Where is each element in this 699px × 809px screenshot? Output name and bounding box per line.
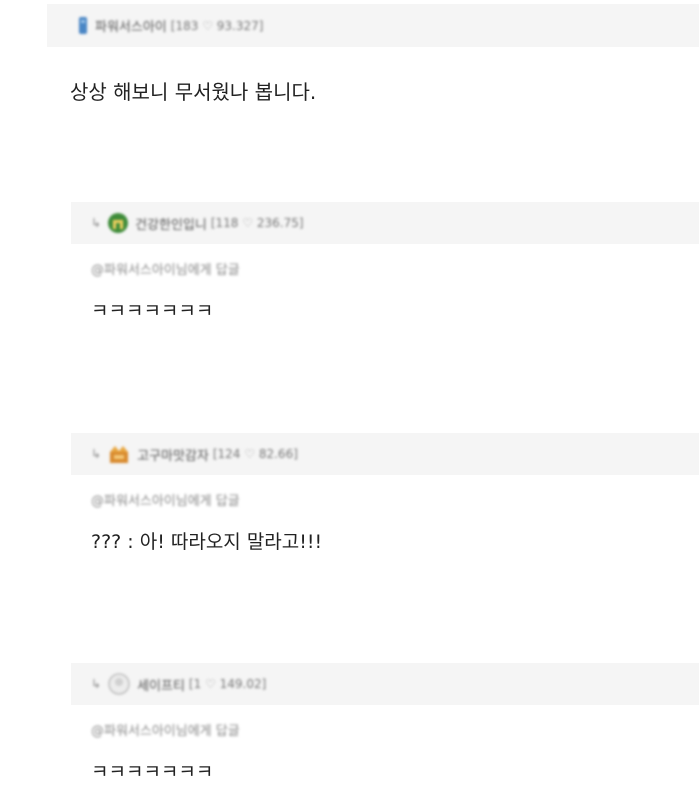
reply-item: ↳ 고구마맛감자 [124 ♡ 82.66] @파워서스아이님에게 답글 ???… <box>71 433 699 554</box>
reply-author-level: [1 <box>188 677 202 691</box>
user-badge-icon <box>77 16 89 36</box>
reply-arrow-icon: ↳ <box>91 447 102 461</box>
reply-text: ㅋㅋㅋㅋㅋㅋㅋ <box>91 761 214 783</box>
post-author-points: 93.327] <box>216 18 264 33</box>
reply-text: ??? : 아! 따라오지 말라고!!! <box>91 531 323 553</box>
reply-item: ↳ 건강한인입니 [118 ♡ 236.75] @파워서스아이님에게 답글 ㅋㅋ… <box>71 202 699 323</box>
reply-arrow-icon: ↳ <box>91 677 102 691</box>
reply-author-name[interactable]: 건강한인입니 <box>135 214 207 233</box>
reply-header: ↳ 건강한인입니 [118 ♡ 236.75] <box>71 202 699 244</box>
reply-mention[interactable]: @파워서스아이님에게 답글 <box>91 720 699 739</box>
reply-author-stats: [118 ♡ 236.75] <box>211 216 304 230</box>
reply-header: ↳ 세이프티 [1 ♡ 149.02] <box>71 663 699 705</box>
reply-mention[interactable]: @파워서스아이님에게 답글 <box>91 259 699 278</box>
reply-header: ↳ 고구마맛감자 [124 ♡ 82.66] <box>71 433 699 475</box>
gray-circle-icon <box>107 672 131 696</box>
post-body: 상상 해보니 무서웠나 봅니다. <box>70 80 317 104</box>
post-author-name[interactable]: 파워서스아이 <box>95 16 167 35</box>
heart-icon: ♡ <box>202 18 213 33</box>
post-author-level: [183 <box>170 18 199 33</box>
heart-icon: ♡ <box>205 677 216 691</box>
reply-text: ㅋㅋㅋㅋㅋㅋㅋ <box>91 300 214 322</box>
post-author-stats: [183 ♡ 93.327] <box>171 19 264 33</box>
reply-item: ↳ 세이프티 [1 ♡ 149.02] @파워서스아이님에게 답글 ㅋㅋㅋㅋㅋㅋ… <box>71 663 699 784</box>
heart-icon: ♡ <box>242 216 254 230</box>
green-shield-icon <box>107 212 129 234</box>
reply-author-points: 149.02] <box>219 677 267 691</box>
heart-icon: ♡ <box>244 447 256 461</box>
reply-author-stats: [1 ♡ 149.02] <box>189 677 266 691</box>
reply-author-points: 236.75] <box>256 216 304 230</box>
reply-author-name[interactable]: 고구마맛감자 <box>137 445 209 464</box>
reply-author-points: 82.66] <box>258 447 298 461</box>
reply-mention[interactable]: @파워서스아이님에게 답글 <box>91 490 699 509</box>
post-header: 파워서스아이 [183 ♡ 93.327] <box>47 4 699 47</box>
reply-author-level: [118 <box>210 216 239 230</box>
reply-author-name[interactable]: 세이프티 <box>137 675 185 694</box>
reply-author-stats: [124 ♡ 82.66] <box>213 447 298 461</box>
reply-arrow-icon: ↳ <box>91 216 102 230</box>
reply-author-level: [124 <box>212 447 241 461</box>
orange-crown-icon <box>107 443 131 465</box>
